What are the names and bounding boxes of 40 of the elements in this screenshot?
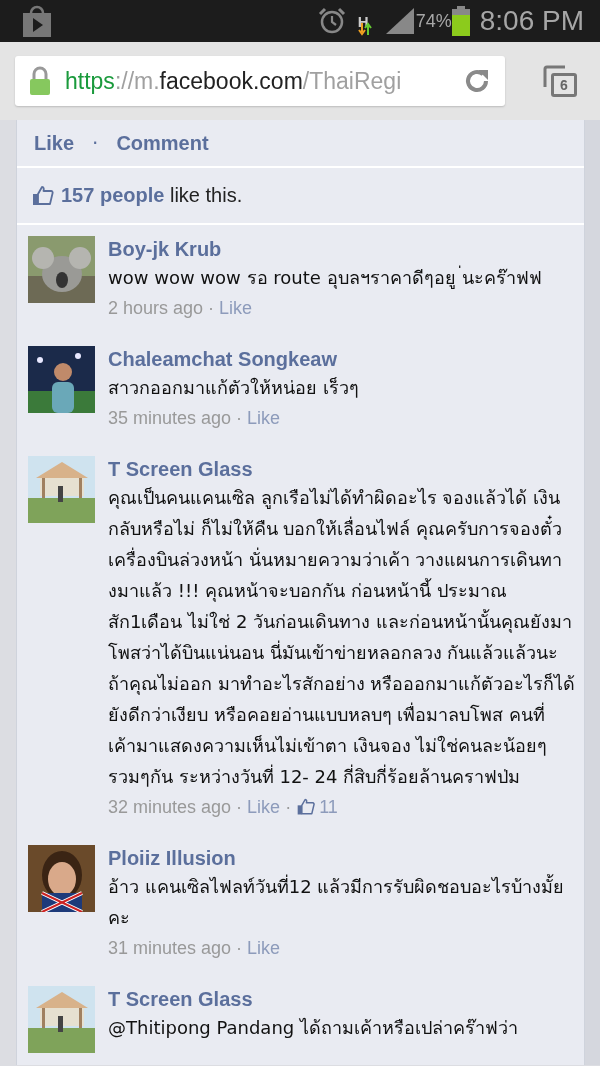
separator-dot: · — [236, 407, 243, 430]
comment-text: @Thitipong Pandang ได้ถามเค้าหรือเปล่าคร๊าฟว่า — [108, 1016, 518, 1040]
separator-dot: · — [92, 131, 99, 155]
url-field[interactable]: https://m.facebook.com/ThaiRegi — [15, 56, 505, 106]
signal-icon — [385, 8, 414, 34]
likes-summary: 157 people like this. — [61, 184, 243, 207]
author-link[interactable]: Ploiiz Illusion — [108, 845, 565, 871]
tabs-button[interactable]: 6 — [541, 63, 577, 99]
comment-time: 2 hours ago — [108, 297, 204, 320]
author-link[interactable]: Chaleamchat Songkeaw — [108, 346, 359, 372]
comment-text: อ้าว แคนเซิลไฟลท์วันที่12 แล้วมีการรับผิดชอบอะไรบ้างมั้ย คะ — [108, 873, 565, 930]
comment-time: 31 minutes ago — [108, 937, 232, 960]
like-link[interactable]: Like — [219, 293, 253, 323]
battery-percent: 74% — [415, 10, 452, 32]
comment-text: คุณเป็นคนแคนเซิล ลูกเรือไม่ได้ทำผิดอะไร จองแล้วได้ เงิน กลับหรือไม่ ก็ไม่ให้คืน บอกให้เลื่อนไฟล์ คุณครับการจองตั๋ว เครื่องบินล่วงหน้า นั่นหมายความว่าเค้า วางแผนการเดินทา งมาแล้ว !!! คุณหน้าจะบอกกัน ก่อนหน้านี้ ประมาณ สัก1เดือน ไม่ใช่ 2 วันก่อนเดินทาง และก่อนหน้านั้นคุณยังมา โพสว่าได้บินแน่นอน นี่มันเข้าข่ายหลอกลวง กันแล้วแล้วนะ ถ้าคุณไม่ออก มาทำอะไรสักอย่าง หรือออกมาแก้ตัวอะไรก็ได้ ยังดีกว่าเงียบ หรือคอยอ่านแบบหลบๆ เพื่อมาลบโพส คนที่ เค้ามาแสดงความเห็นไม่เข้าตา เงินจอง ไม่ใช่คนละน้อยๆ รวมๆกัน ระหว่างวันที่ 12- 24 กี่สิบกี่ร้อยล้านคราฟป่ม — [108, 486, 576, 789]
thumbs-up-icon — [296, 797, 317, 817]
like-count[interactable]: 11 — [319, 792, 338, 822]
shopping-bag-icon — [22, 5, 52, 37]
author-link[interactable]: T Screen Glass — [108, 456, 576, 482]
thumbs-up-icon — [31, 183, 55, 208]
alarm-clock-icon — [317, 7, 346, 35]
comment-time: 35 minutes ago — [108, 407, 232, 430]
reload-icon[interactable] — [463, 67, 491, 95]
separator-dot: · — [236, 937, 243, 960]
separator-dot: · — [285, 796, 292, 819]
author-link[interactable]: T Screen Glass — [108, 986, 518, 1012]
like-link[interactable]: Like — [247, 403, 281, 433]
comment-time: 32 minutes ago — [108, 796, 232, 819]
comment-text: สาวกออกมาแก้ตัวให้หน่อย เร็วๆ — [108, 376, 359, 400]
like-link[interactable]: Like — [247, 933, 281, 963]
like-link[interactable]: Like — [34, 131, 75, 155]
separator-dot: · — [236, 796, 243, 819]
battery-icon — [451, 6, 470, 36]
comment-text: wow wow wow รอ route อุบลฯราคาดีๆอยู ่นะคร๊าฟฟ — [108, 264, 542, 291]
separator-dot: · — [208, 297, 215, 320]
lock-icon — [29, 66, 51, 96]
clock-time: 8:06 PM — [479, 5, 584, 37]
comment-link[interactable]: Comment — [116, 131, 209, 155]
author-link[interactable]: Boy-jk Krub — [108, 236, 542, 262]
like-link[interactable]: Like — [247, 792, 281, 822]
